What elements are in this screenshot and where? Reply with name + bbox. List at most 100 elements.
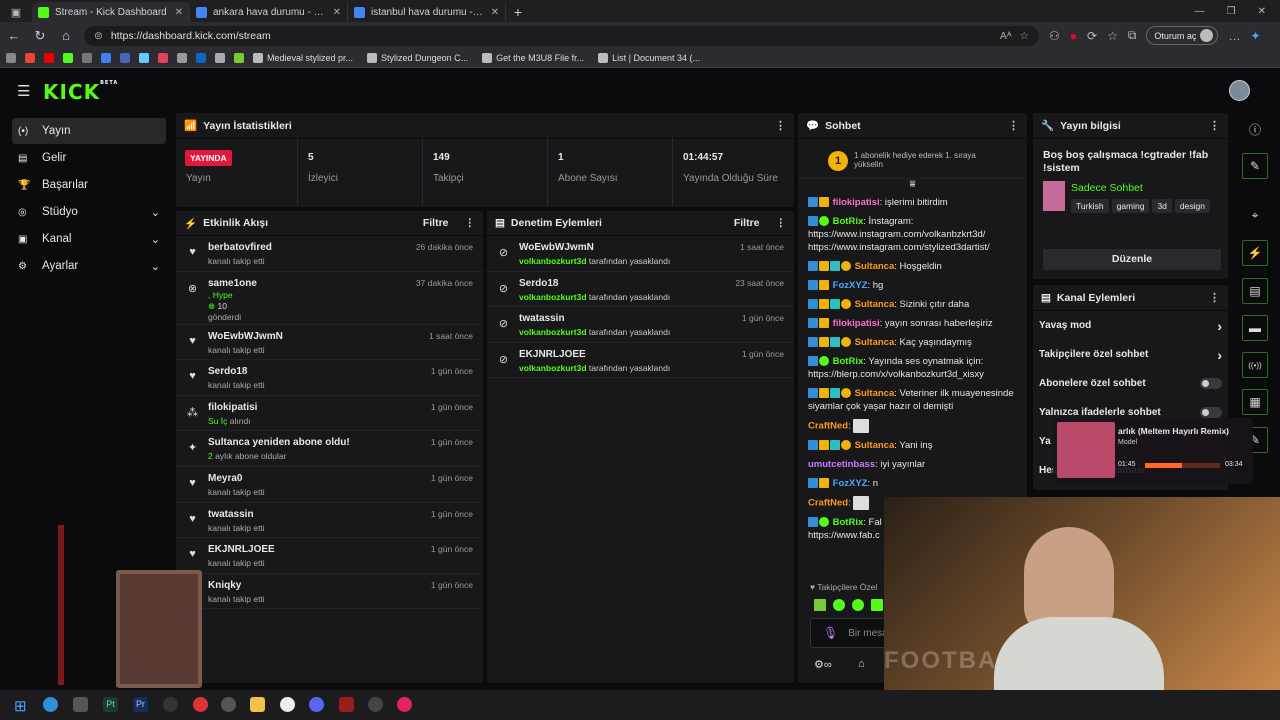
- emote-icon[interactable]: [814, 599, 826, 611]
- site-info-icon[interactable]: ⊜: [94, 30, 103, 42]
- edit-button[interactable]: Düzenle: [1043, 249, 1221, 270]
- stats-menu-icon[interactable]: ⋮: [775, 119, 786, 132]
- kick-logo[interactable]: KICKBETA: [43, 80, 118, 104]
- bookmark-icon[interactable]: [82, 53, 92, 63]
- bookmark-icon[interactable]: [158, 53, 168, 63]
- moderation-menu-icon[interactable]: ⋮: [776, 217, 787, 229]
- bolt-icon[interactable]: ⚡: [1242, 240, 1268, 266]
- chat-username[interactable]: Sultanca: [855, 337, 895, 348]
- moderation-row[interactable]: ⊘ twatassin volkanbozkurt3d tarafından yas…: [487, 307, 794, 343]
- browser-tab[interactable]: istanbul hava durumu - Google'da ✕: [348, 2, 506, 22]
- activity-row[interactable]: ✦ Sultanca yeniden abone oldu! 2 aylık abo…: [176, 431, 483, 467]
- reload-icon[interactable]: ↻: [32, 28, 48, 44]
- channel-action-item[interactable]: Abonelere özel sohbet: [1033, 369, 1228, 398]
- browser-tab[interactable]: Stream - Kick Dashboard ✕: [32, 2, 190, 22]
- bookmark-icon[interactable]: [120, 53, 130, 63]
- activity-row[interactable]: ⁂ filokipatisi Su İç alındı 1 gün önce: [176, 396, 483, 432]
- bookmark-item[interactable]: List | Document 34 (...: [598, 53, 700, 63]
- record-extension-icon[interactable]: ●: [1070, 29, 1077, 43]
- moderator-name[interactable]: volkanbozkurt3d: [519, 363, 587, 373]
- chat-icon[interactable]: ▬: [1242, 315, 1268, 341]
- tab-close-icon[interactable]: ✕: [333, 7, 341, 18]
- app-icon[interactable]: Pt: [103, 697, 118, 712]
- gift-promo[interactable]: 1 1 abonelik hediye ederek 1. sıraya yük…: [798, 139, 1027, 179]
- chevron-down-icon[interactable]: ⌄: [151, 260, 160, 273]
- extension-icon[interactable]: ⚇: [1049, 29, 1060, 43]
- chat-username[interactable]: BotRix: [833, 517, 864, 528]
- chevron-down-icon[interactable]: ⌄: [151, 206, 160, 219]
- bookmark-icon[interactable]: [196, 53, 206, 63]
- bookmark-icon[interactable]: [44, 53, 54, 63]
- more-menu-icon[interactable]: …: [1228, 29, 1240, 43]
- favorites-icon[interactable]: ☆: [1107, 29, 1118, 43]
- app-icon[interactable]: [368, 697, 383, 712]
- emote-icon[interactable]: [871, 599, 883, 611]
- target-icon[interactable]: ⌖: [1242, 202, 1268, 228]
- sidebar-item-1[interactable]: ▤ Gelir: [12, 145, 166, 171]
- unreal-icon[interactable]: [280, 697, 295, 712]
- activity-row[interactable]: ♥ WoEwbWJwmN kanalı takip etti 1 saat önce: [176, 325, 483, 361]
- bookmark-item[interactable]: Get the M3U8 File fr...: [482, 53, 584, 63]
- moderation-row[interactable]: ⊘ Serdo18 volkanbozkurt3d tarafından yasak…: [487, 272, 794, 308]
- category-link[interactable]: Sadece Sohbet: [1071, 182, 1143, 194]
- document-icon[interactable]: ▤: [1242, 278, 1268, 304]
- activity-row[interactable]: ♥ EKJNRLJOEE kanalı takip etti 1 gün önce: [176, 538, 483, 574]
- minimize-icon[interactable]: —: [1195, 2, 1205, 22]
- channel-actions-menu-icon[interactable]: ⋮: [1209, 291, 1220, 304]
- app-icon[interactable]: [193, 697, 208, 712]
- chat-username[interactable]: Sultanca: [855, 261, 895, 272]
- moderation-row[interactable]: ⊘ EKJNRLJOEE volkanbozkurt3d tarafından ya…: [487, 343, 794, 379]
- url-field[interactable]: ⊜ https://dashboard.kick.com/stream Aᴬ ☆: [84, 25, 1039, 46]
- bookmark-icon[interactable]: [101, 53, 111, 63]
- channel-action-item[interactable]: Takipçilere özel sohbet ›: [1033, 340, 1228, 369]
- chat-username[interactable]: filokipatisi: [833, 318, 880, 329]
- activity-row[interactable]: ♥ Meyra0 kanalı takip etti 1 gün önce: [176, 467, 483, 503]
- refresh-ext-icon[interactable]: ⟳: [1087, 29, 1097, 43]
- chat-username[interactable]: Sultanca: [855, 440, 895, 451]
- moderator-name[interactable]: volkanbozkurt3d: [519, 292, 587, 302]
- emote-icon[interactable]: [833, 599, 845, 611]
- chat-menu-icon[interactable]: ⋮: [1008, 119, 1019, 132]
- obs-icon[interactable]: [221, 697, 236, 712]
- pinned-expand-icon[interactable]: ⩸: [798, 179, 1027, 193]
- mic-icon[interactable]: 🎙: [823, 626, 838, 640]
- discord-icon[interactable]: [309, 697, 324, 712]
- windows-start-icon[interactable]: ⊞: [14, 697, 27, 715]
- toggle-switch[interactable]: [1200, 407, 1222, 418]
- app-icon[interactable]: [163, 697, 178, 712]
- chat-link[interactable]: https://blerp.com/x/volkanbozkurt3d_xisx…: [808, 369, 984, 380]
- file-explorer-icon[interactable]: [250, 697, 265, 712]
- activity-row[interactable]: ♥ berbatovfired kanalı takip etti 26 dakika…: [176, 236, 483, 272]
- chevron-down-icon[interactable]: ⌄: [151, 233, 160, 246]
- pencil-icon[interactable]: ✎: [1242, 153, 1268, 179]
- chat-link[interactable]: https://www.fab.c: [808, 530, 880, 541]
- activity-row[interactable]: ♥ Serdo18 kanalı takip etti 1 gün önce: [176, 360, 483, 396]
- app-icon[interactable]: [339, 697, 354, 712]
- back-icon[interactable]: ←: [6, 28, 22, 43]
- app-icon[interactable]: [73, 697, 88, 712]
- bookmark-icon[interactable]: [177, 53, 187, 63]
- track-progress-bar[interactable]: [1145, 463, 1220, 468]
- info-menu-icon[interactable]: ⋮: [1209, 119, 1220, 132]
- moderation-filter-button[interactable]: Filtre: [734, 217, 760, 229]
- chat-username[interactable]: FozXYZ: [833, 478, 868, 489]
- bookmark-icon[interactable]: [215, 53, 225, 63]
- hamburger-menu-icon[interactable]: ☰: [17, 82, 30, 100]
- broadcast-icon[interactable]: ((•)): [1242, 352, 1268, 378]
- edge-icon[interactable]: [43, 697, 58, 712]
- bookmark-item[interactable]: Stylized Dungeon C...: [367, 53, 468, 63]
- bookmark-icon[interactable]: [63, 53, 73, 63]
- tab-actions-icon[interactable]: ▣: [0, 2, 32, 22]
- layout-icon[interactable]: ▦: [1242, 389, 1268, 415]
- moderator-name[interactable]: volkanbozkurt3d: [519, 256, 587, 266]
- bookmark-item[interactable]: Medieval stylized pr...: [253, 53, 353, 63]
- chevron-right-icon[interactable]: ›: [1217, 347, 1222, 363]
- tab-close-icon[interactable]: ✕: [491, 7, 499, 18]
- collections-icon[interactable]: ⧉: [1128, 28, 1137, 43]
- bookmark-icon[interactable]: [25, 53, 35, 63]
- sidebar-item-2[interactable]: 🏆 Başarılar: [12, 172, 166, 198]
- read-aloud-icon[interactable]: Aᴬ: [1000, 30, 1012, 42]
- activity-row[interactable]: ⊗ same1one, Hype ⊗ 10 gönderdi 37 dakika önc…: [176, 272, 483, 325]
- chat-link[interactable]: https://www.instagram.com/volkanbzkrt3d/: [808, 229, 985, 240]
- chat-link[interactable]: https://www.instagram.com/stylized3darti…: [808, 242, 990, 253]
